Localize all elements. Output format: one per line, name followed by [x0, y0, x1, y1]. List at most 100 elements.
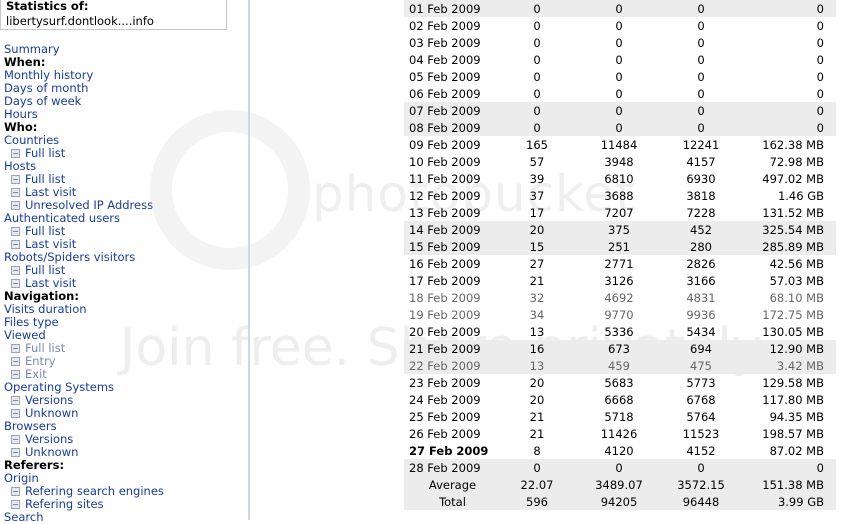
menu-item-label: When: [4, 55, 46, 69]
menu-item-label: Robots/Spiders visitors [4, 250, 136, 264]
date-cell: 26 Feb 2009 [409, 426, 481, 441]
menu-item-label: Unresolved IP Address [25, 198, 154, 212]
visits-cell: 22.07 [496, 476, 578, 493]
menu-link-search[interactable]: Search [4, 511, 164, 524]
visits-cell: 165 [526, 137, 548, 152]
table-row: 21 Feb 2009 16 673 694 12.90 MB [404, 340, 836, 357]
menu-item-label: Who: [4, 120, 38, 134]
date-cell: 14 Feb 2009 [404, 221, 496, 238]
subitem-icon [11, 344, 20, 353]
hits-cell: 7228 [686, 205, 716, 220]
visits-cell: 20 [529, 375, 545, 390]
menu-item-label: Visits duration [4, 302, 87, 316]
table-row: 16 Feb 2009 27 2771 2826 42.56 MB [404, 255, 836, 272]
visits-cell: 8 [533, 443, 541, 458]
subitem-icon [11, 201, 20, 210]
table-row: 03 Feb 2009 0 0 0 0 [404, 34, 836, 51]
subitem-icon [11, 448, 20, 457]
pages-cell: 4120 [604, 443, 634, 458]
menu-item-label: Days of month [4, 81, 89, 95]
bandwidth-cell: 0 [816, 86, 824, 101]
visits-cell: 27 [529, 256, 545, 271]
pages-cell: 0 [578, 0, 660, 17]
date-cell: 02 Feb 2009 [409, 18, 481, 33]
visits-cell: 0 [533, 69, 541, 84]
bandwidth-cell: 72.98 MB [769, 154, 824, 169]
menu-item-label: Last visit [25, 185, 77, 199]
menu-item-label: Entry [25, 354, 56, 368]
hits-cell: 2826 [686, 256, 716, 271]
hits-cell: 0 [660, 102, 742, 119]
bandwidth-cell: 198.57 MB [762, 426, 824, 441]
hits-cell: 3572.15 [660, 476, 742, 493]
visits-cell: 17 [529, 205, 545, 220]
hits-cell: 0 [697, 69, 705, 84]
date-cell: 06 Feb 2009 [409, 86, 481, 101]
menu-item-label: Exit [25, 367, 47, 381]
pages-cell: 0 [578, 102, 660, 119]
visits-cell: 0 [496, 102, 578, 119]
date-cell: 09 Feb 2009 [409, 137, 481, 152]
table-row: 09 Feb 2009 165 11484 12241 162.38 MB [404, 136, 836, 153]
pages-cell: 0 [615, 52, 623, 67]
table-row: 27 Feb 2009 8 4120 4152 87.02 MB [404, 442, 836, 459]
bandwidth-cell: 325.54 MB [742, 221, 836, 238]
stats-title: Statistics of: [6, 0, 89, 13]
date-cell: 25 Feb 2009 [409, 409, 481, 424]
hits-cell: 5434 [686, 324, 716, 339]
pages-cell: 3126 [604, 273, 634, 288]
pages-cell: 0 [615, 35, 623, 50]
date-cell: 10 Feb 2009 [409, 154, 481, 169]
table-row: 24 Feb 2009 20 6668 6768 117.80 MB [404, 391, 836, 408]
date-cell: 03 Feb 2009 [409, 35, 481, 50]
hits-cell: 0 [660, 0, 742, 17]
table-row: 04 Feb 2009 0 0 0 0 [404, 51, 836, 68]
table-row: 20 Feb 2009 13 5336 5434 130.05 MB [404, 323, 836, 340]
table-row: 11 Feb 2009 39 6810 6930 497.02 MB [404, 170, 836, 187]
date-cell: 15 Feb 2009 [404, 238, 496, 255]
menu-item-label: Countries [4, 133, 60, 147]
hits-cell: 3166 [686, 273, 716, 288]
subitem-icon [11, 227, 20, 236]
pages-cell: 5718 [604, 409, 634, 424]
date-cell: 24 Feb 2009 [409, 392, 481, 407]
menu-item-label: Full list [25, 263, 66, 277]
subitem-icon [11, 188, 20, 197]
date-cell: 01 Feb 2009 [404, 0, 496, 17]
hits-cell: 475 [660, 357, 742, 374]
pages-cell: 3688 [604, 188, 634, 203]
menu-item-label: Refering sites [25, 497, 104, 511]
menu-item-label: Days of week [4, 94, 82, 108]
visits-cell: 0 [496, 119, 578, 136]
bandwidth-cell: 0 [816, 35, 824, 50]
hits-cell: 5773 [686, 375, 716, 390]
visits-cell: 21 [529, 273, 545, 288]
visits-cell: 0 [533, 35, 541, 50]
subitem-icon [11, 357, 20, 366]
table-row: 05 Feb 2009 0 0 0 0 [404, 68, 836, 85]
table-row: 17 Feb 2009 21 3126 3166 57.03 MB [404, 272, 836, 289]
pages-cell: 3948 [604, 154, 634, 169]
menu-item-label: Hosts [4, 159, 37, 173]
menu-item-label: Hours [4, 107, 38, 121]
menu-item-label: Origin [4, 471, 39, 485]
hits-cell: 0 [697, 86, 705, 101]
pages-cell: 7207 [604, 205, 634, 220]
hits-cell: 0 [660, 119, 742, 136]
menu-item-label: Authenticated users [4, 211, 121, 225]
menu-item-label: Full list [25, 146, 66, 160]
date-cell: 20 Feb 2009 [409, 324, 481, 339]
bandwidth-cell: 94.35 MB [769, 409, 824, 424]
visits-cell: 39 [529, 171, 545, 186]
bandwidth-cell: 68.10 MB [769, 290, 824, 305]
visits-cell: 21 [529, 426, 545, 441]
subitem-icon [11, 370, 20, 379]
pages-cell: 11426 [600, 426, 638, 441]
bandwidth-cell: 87.02 MB [769, 443, 824, 458]
pages-cell: 94205 [578, 493, 660, 510]
pages-cell: 673 [578, 340, 660, 357]
bandwidth-cell: 0 [742, 102, 836, 119]
sidebar-menu: Statistics of: libertysurf.dontlook....i… [0, 0, 250, 524]
table-row: 23 Feb 2009 20 5683 5773 129.58 MB [404, 374, 836, 391]
pages-cell: 5336 [604, 324, 634, 339]
